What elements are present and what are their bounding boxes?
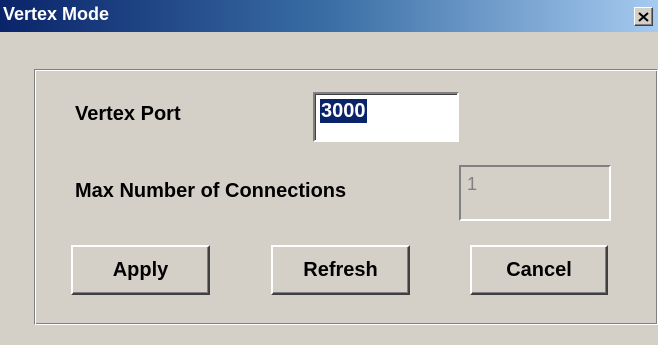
vertex-mode-dialog: Vertex Mode Vertex Port 3000 Max Number … xyxy=(0,0,658,345)
max-connections-value: 1 xyxy=(467,174,478,194)
window-title: Vertex Mode xyxy=(3,4,110,24)
vertex-port-label: Vertex Port xyxy=(75,103,181,125)
vertex-port-input[interactable]: 3000 xyxy=(313,92,459,142)
max-connections-input: 1 xyxy=(459,165,611,221)
apply-button[interactable]: Apply xyxy=(71,245,210,295)
refresh-button[interactable]: Refresh xyxy=(271,245,410,295)
cancel-button[interactable]: Cancel xyxy=(470,245,608,295)
close-button[interactable] xyxy=(634,7,653,26)
close-icon xyxy=(638,11,649,22)
max-connections-label: Max Number of Connections xyxy=(75,180,347,202)
vertex-port-value: 3000 xyxy=(320,99,367,123)
title-bar[interactable]: Vertex Mode xyxy=(0,0,658,32)
